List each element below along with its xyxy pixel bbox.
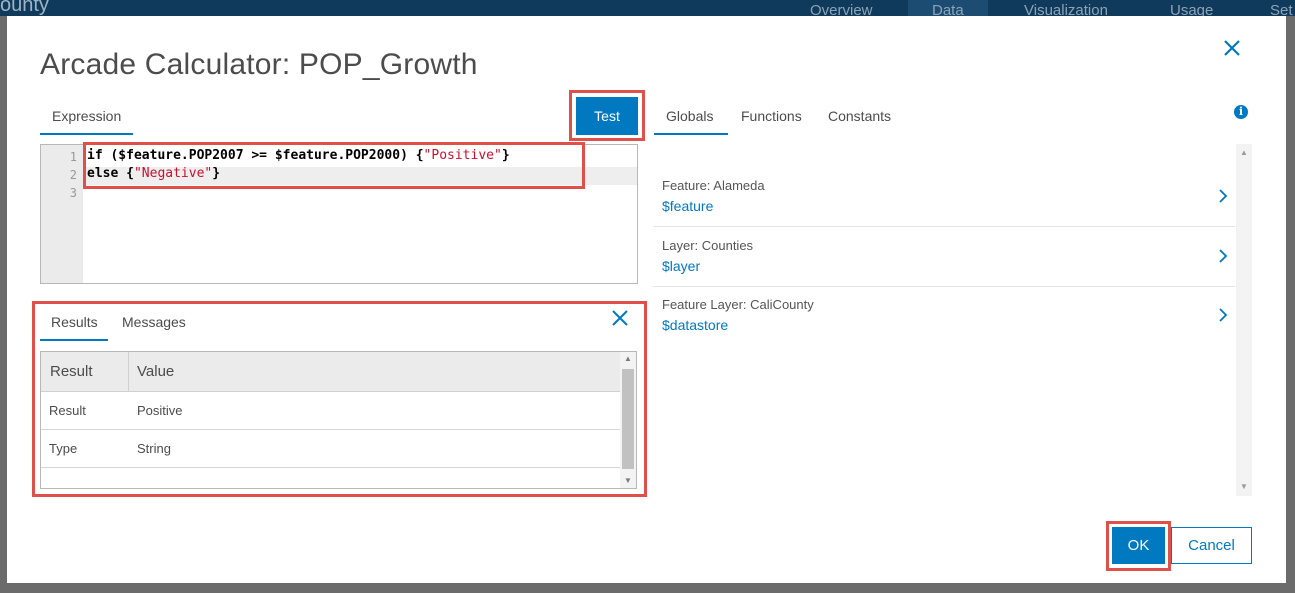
tab-constants[interactable]: Constants: [828, 108, 891, 124]
value-cell: Positive: [137, 403, 183, 418]
info-icon[interactable]: i: [1234, 105, 1248, 119]
code-highlight: [83, 142, 585, 189]
tab-results[interactable]: Results: [40, 314, 108, 341]
app-header: ounty Overview Data Visualization Usage …: [0, 0, 1295, 16]
chevron-right-icon[interactable]: [1217, 248, 1229, 264]
global-value[interactable]: $layer: [662, 258, 700, 274]
globals-scrollbar[interactable]: ▲ ▼: [1236, 144, 1252, 496]
global-value[interactable]: $feature: [662, 198, 713, 214]
global-label: Feature: Alameda: [662, 178, 765, 193]
scroll-up-arrow[interactable]: ▲: [620, 352, 636, 366]
line-number: 3: [69, 186, 77, 200]
line-number: 2: [69, 168, 77, 182]
nav-overview[interactable]: Overview: [810, 2, 873, 16]
app-brand: ounty: [0, 0, 49, 16]
value-cell: String: [137, 441, 171, 456]
list-item-layer[interactable]: Layer: Counties $layer: [653, 228, 1235, 287]
arcade-calculator-dialog: Arcade Calculator: POP_Growth Expression…: [7, 16, 1286, 583]
scroll-down-arrow[interactable]: ▼: [620, 474, 636, 488]
scroll-thumb[interactable]: [622, 369, 634, 469]
dialog-title: Arcade Calculator: POP_Growth: [40, 48, 478, 81]
column-header-value: Value: [137, 363, 175, 380]
tab-globals[interactable]: Globals: [654, 108, 728, 135]
result-cell: Type: [49, 441, 78, 456]
list-item-feature[interactable]: Feature: Alameda $feature: [653, 168, 1235, 227]
global-label: Layer: Counties: [662, 238, 754, 253]
table-header: Result Value: [41, 352, 621, 392]
results-scrollbar[interactable]: ▲ ▼: [620, 352, 636, 488]
results-table: Result Value Result Positive Type String…: [40, 351, 637, 489]
close-icon[interactable]: [610, 308, 630, 328]
close-icon[interactable]: [1220, 36, 1244, 60]
global-value[interactable]: $datastore: [662, 317, 728, 333]
list-item-datastore[interactable]: Feature Layer: CaliCounty $datastore: [653, 287, 1235, 346]
line-number-gutter: [41, 145, 83, 283]
chevron-right-icon[interactable]: [1217, 307, 1229, 323]
nav-visualization[interactable]: Visualization: [1024, 2, 1108, 16]
global-label: Feature Layer: CaliCounty: [662, 297, 814, 312]
tab-functions[interactable]: Functions: [741, 108, 802, 124]
scroll-down-arrow[interactable]: ▼: [1236, 480, 1252, 494]
column-header-result: Result: [50, 363, 93, 380]
table-row: Type String: [41, 430, 621, 468]
result-cell: Result: [49, 403, 86, 418]
tab-expression[interactable]: Expression: [40, 108, 133, 135]
tab-messages[interactable]: Messages: [122, 314, 186, 330]
ok-button[interactable]: OK: [1112, 527, 1165, 564]
column-divider: [128, 352, 129, 392]
nav-settings[interactable]: Set: [1270, 2, 1293, 16]
cancel-button[interactable]: Cancel: [1171, 527, 1252, 564]
table-row: Result Positive: [41, 392, 621, 430]
globals-list: Feature: Alameda $feature Layer: Countie…: [653, 144, 1252, 496]
test-button[interactable]: Test: [576, 97, 638, 135]
chevron-right-icon[interactable]: [1217, 188, 1229, 204]
line-number: 1: [69, 150, 77, 164]
nav-data[interactable]: Data: [908, 0, 988, 16]
nav-usage[interactable]: Usage: [1170, 2, 1213, 16]
scroll-up-arrow[interactable]: ▲: [1236, 146, 1252, 160]
